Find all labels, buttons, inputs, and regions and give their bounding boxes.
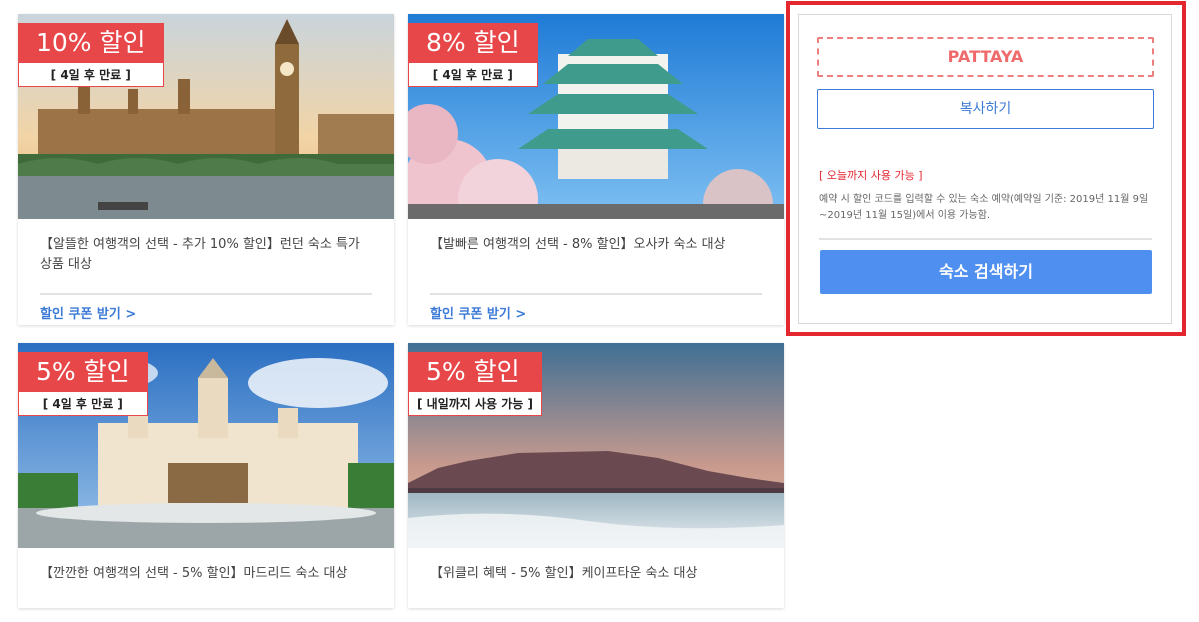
osaka-castle-photo[interactable]: 8% 할인 [ 4일 후 만료 ] <box>408 14 784 219</box>
discount-label: 8% 할인 <box>408 23 538 63</box>
coupon-code: PATTAYA <box>817 37 1154 77</box>
expiry-label: [ 4일 후 만료 ] <box>18 63 164 87</box>
expiry-label: [ 내일까지 사용 가능 ] <box>408 392 543 416</box>
deal-card-cape-town[interactable]: 5% 할인 [ 내일까지 사용 가능 ] 【위클리 혜택 - 5% 할인】케이프… <box>408 343 784 608</box>
deal-card-london[interactable]: 10% 할인 [ 4일 후 만료 ] 【알뜰한 여행객의 선택 - 추가 10%… <box>18 14 394 325</box>
discount-label: 5% 할인 <box>18 352 148 392</box>
discount-badge: 5% 할인 [ 4일 후 만료 ] <box>18 352 148 416</box>
deal-card-madrid[interactable]: 5% 할인 [ 4일 후 만료 ] 【깐깐한 여행객의 선택 - 5% 할인】마… <box>18 343 394 608</box>
deal-description: 【발빠른 여행객의 선택 - 8% 할인】오사카 숙소 대상 <box>430 237 726 252</box>
discount-label: 10% 할인 <box>18 23 164 63</box>
validity-label: [ 오늘까지 사용 가능 ] <box>819 169 923 182</box>
coupon-note: 예약 시 할인 코드를 입력할 수 있는 숙소 예약(예약일 기준: 2019년… <box>819 194 1149 221</box>
expiry-label: [ 4일 후 만료 ] <box>408 63 538 87</box>
copy-code-button[interactable]: 복사하기 <box>817 89 1154 129</box>
expiry-label: [ 4일 후 만료 ] <box>18 392 148 416</box>
london-photo[interactable]: 10% 할인 [ 4일 후 만료 ] <box>18 14 394 219</box>
deal-description: 【깐깐한 여행객의 선택 - 5% 할인】마드리드 숙소 대상 <box>40 566 348 581</box>
discount-badge: 5% 할인 [ 내일까지 사용 가능 ] <box>408 352 543 416</box>
coupon-code-panel: PATTAYA 복사하기 [ 오늘까지 사용 가능 ] 예약 시 할인 코드를 … <box>798 14 1172 324</box>
discount-badge: 10% 할인 [ 4일 후 만료 ] <box>18 23 164 87</box>
get-coupon-link[interactable]: 할인 쿠폰 받기 > <box>18 295 394 327</box>
divider <box>819 238 1152 240</box>
discount-badge: 8% 할인 [ 4일 후 만료 ] <box>408 23 538 87</box>
deal-description: 【위클리 혜택 - 5% 할인】케이프타운 숙소 대상 <box>430 566 698 581</box>
madrid-photo[interactable]: 5% 할인 [ 4일 후 만료 ] <box>18 343 394 548</box>
deal-description: 【알뜰한 여행객의 선택 - 추가 10% 할인】런던 숙소 특가 상품 대상 <box>40 237 360 272</box>
deal-card-osaka[interactable]: 8% 할인 [ 4일 후 만료 ] 【발빠른 여행객의 선택 - 8% 할인】오… <box>408 14 784 325</box>
search-hotels-button[interactable]: 숙소 검색하기 <box>820 250 1152 294</box>
cape-town-photo[interactable]: 5% 할인 [ 내일까지 사용 가능 ] <box>408 343 784 548</box>
get-coupon-link[interactable]: 할인 쿠폰 받기 > <box>408 295 784 327</box>
discount-label: 5% 할인 <box>408 352 543 392</box>
